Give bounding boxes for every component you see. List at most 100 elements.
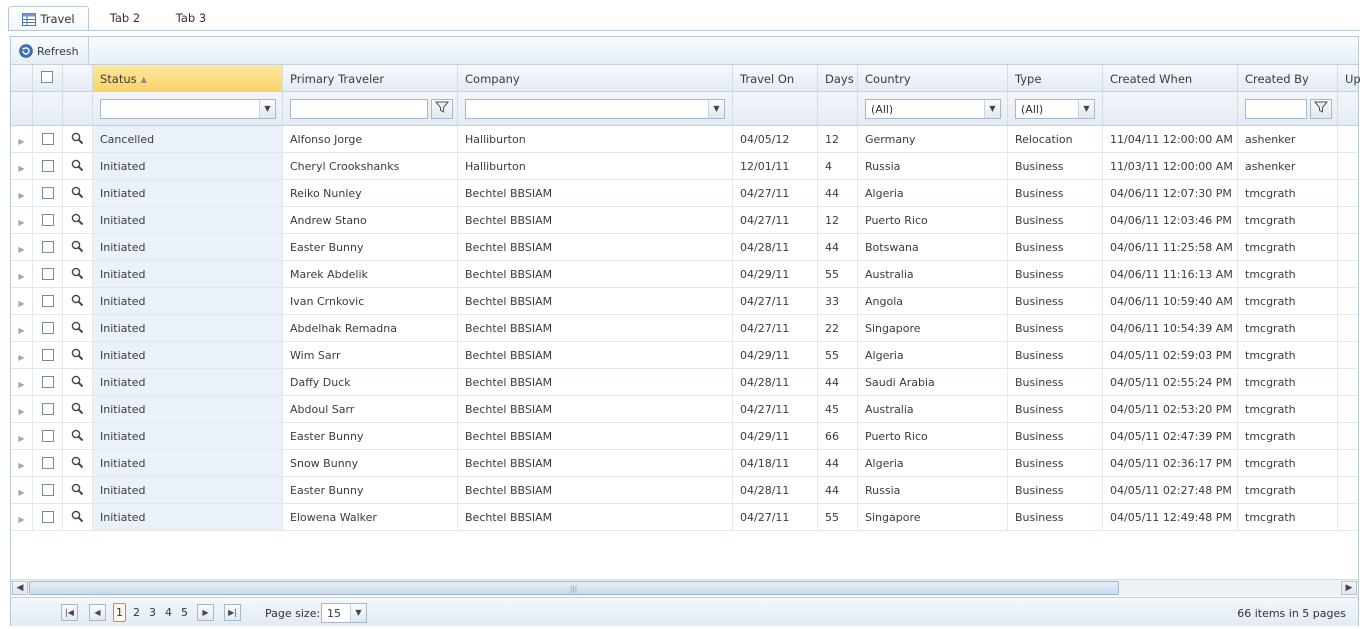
expand-row-icon[interactable]: ▶	[11, 423, 33, 449]
magnifier-icon[interactable]	[71, 321, 84, 337]
expand-row-icon[interactable]: ▶	[11, 261, 33, 287]
table-row[interactable]: ▶ Initiated Cheryl Crookshanks Halliburton 1…	[11, 153, 1358, 180]
previous-page-icon[interactable]: ◀	[89, 604, 106, 621]
scrollbar-thumb[interactable]: |||	[29, 581, 1119, 595]
table-row[interactable]: ▶ Initiated Marek Abdelik Bechtel BBSIAM 04/…	[11, 261, 1358, 288]
table-row[interactable]: ▶ Initiated Snow Bunny Bechtel BBSIAM 04/18/…	[11, 450, 1358, 477]
magnifier-icon[interactable]	[71, 510, 84, 526]
magnifier-icon[interactable]	[71, 402, 84, 418]
table-row[interactable]: ▶ Initiated Andrew Stano Bechtel BBSIAM 04/2…	[11, 207, 1358, 234]
page-number[interactable]: 5	[181, 606, 188, 619]
table-row[interactable]: ▶ Initiated Easter Bunny Bechtel BBSIAM 04/2…	[11, 423, 1358, 450]
chevron-down-icon[interactable]: ▼	[708, 100, 724, 118]
scroll-right-icon[interactable]: ▶	[1341, 581, 1357, 595]
tab-3[interactable]: Tab 3	[166, 6, 216, 31]
expand-row-icon[interactable]: ▶	[11, 504, 33, 530]
table-row[interactable]: ▶ Initiated Abdoul Sarr Bechtel BBSIAM 04/27…	[11, 396, 1358, 423]
type-filter-dropdown[interactable]: (All) ▼	[1015, 99, 1095, 119]
table-row[interactable]: ▶ Initiated Daffy Duck Bechtel BBSIAM 04/28/…	[11, 369, 1358, 396]
expand-row-icon[interactable]: ▶	[11, 369, 33, 395]
header-status[interactable]: Status ▲	[93, 65, 283, 91]
header-travel-on[interactable]: Travel On	[733, 65, 818, 91]
magnifier-icon[interactable]	[71, 294, 84, 310]
status-filter-dropdown[interactable]: ▼	[100, 99, 276, 119]
table-row[interactable]: ▶ Initiated Ivan Crnkovic Bechtel BBSIAM 04/…	[11, 288, 1358, 315]
row-checkbox[interactable]	[41, 295, 54, 307]
magnifier-icon[interactable]	[71, 159, 84, 175]
last-page-icon[interactable]: ▶|	[224, 604, 241, 621]
scroll-left-icon[interactable]: ◀	[12, 581, 28, 595]
expand-row-icon[interactable]: ▶	[11, 342, 33, 368]
table-row[interactable]: ▶ Initiated Elowena Walker Bechtel BBSIAM 04…	[11, 504, 1358, 531]
chevron-down-icon[interactable]: ▼	[259, 100, 275, 118]
page-size-select[interactable]: 15 ▼	[321, 603, 367, 623]
magnifier-icon[interactable]	[71, 348, 84, 364]
expand-row-icon[interactable]: ▶	[11, 126, 33, 152]
row-checkbox[interactable]	[41, 403, 54, 415]
header-created-when[interactable]: Created When	[1103, 65, 1238, 91]
row-checkbox[interactable]	[41, 349, 54, 361]
header-primary-traveler[interactable]: Primary Traveler	[283, 65, 458, 91]
chevron-down-icon[interactable]: ▼	[350, 604, 366, 622]
expand-row-icon[interactable]: ▶	[11, 396, 33, 422]
first-page-icon[interactable]: |◀	[61, 604, 78, 621]
expand-row-icon[interactable]: ▶	[11, 234, 33, 260]
table-row[interactable]: ▶ Cancelled Alfonso Jorge Halliburton 04/05/…	[11, 126, 1358, 153]
table-row[interactable]: ▶ Initiated Easter Bunny Bechtel BBSIAM 04/2…	[11, 477, 1358, 504]
magnifier-icon[interactable]	[71, 213, 84, 229]
row-checkbox[interactable]	[41, 511, 54, 523]
magnifier-icon[interactable]	[71, 483, 84, 499]
magnifier-icon[interactable]	[71, 186, 84, 202]
traveler-filter-input[interactable]	[290, 99, 428, 119]
expand-row-icon[interactable]: ▶	[11, 153, 33, 179]
row-checkbox[interactable]	[41, 241, 54, 253]
expand-row-icon[interactable]: ▶	[11, 180, 33, 206]
page-number[interactable]: 2	[133, 606, 140, 619]
chevron-down-icon[interactable]: ▼	[984, 100, 1000, 118]
row-checkbox[interactable]	[41, 322, 54, 334]
country-filter-dropdown[interactable]: (All) ▼	[865, 99, 1001, 119]
header-country[interactable]: Country	[858, 65, 1008, 91]
tab-2[interactable]: Tab 2	[100, 6, 150, 31]
header-company[interactable]: Company	[458, 65, 733, 91]
expand-row-icon[interactable]: ▶	[11, 207, 33, 233]
refresh-button[interactable]: Refresh	[11, 37, 89, 64]
header-created-by[interactable]: Created By	[1238, 65, 1338, 91]
expand-row-icon[interactable]: ▶	[11, 315, 33, 341]
row-checkbox[interactable]	[41, 376, 54, 388]
header-type[interactable]: Type	[1008, 65, 1103, 91]
row-checkbox[interactable]	[41, 133, 54, 145]
magnifier-icon[interactable]	[71, 240, 84, 256]
row-checkbox[interactable]	[41, 187, 54, 199]
table-row[interactable]: ▶ Initiated Abdelhak Remadna Bechtel BBSIAM…	[11, 315, 1358, 342]
chevron-down-icon[interactable]: ▼	[1078, 100, 1094, 118]
filter-icon[interactable]	[1310, 99, 1332, 119]
row-checkbox[interactable]	[41, 484, 54, 496]
header-updated[interactable]: Up	[1338, 65, 1360, 91]
page-number-current[interactable]: 1	[113, 603, 126, 622]
select-all-checkbox[interactable]	[41, 71, 53, 83]
table-row[interactable]: ▶ Initiated Wim Sarr Bechtel BBSIAM 04/29/11…	[11, 342, 1358, 369]
table-row[interactable]: ▶ Initiated Easter Bunny Bechtel BBSIAM 04/2…	[11, 234, 1358, 261]
company-filter-dropdown[interactable]: ▼	[465, 99, 725, 119]
row-checkbox[interactable]	[41, 268, 54, 280]
magnifier-icon[interactable]	[71, 429, 84, 445]
next-page-icon[interactable]: ▶	[197, 604, 214, 621]
row-checkbox[interactable]	[41, 160, 54, 172]
created-by-filter-input[interactable]	[1245, 99, 1307, 119]
tab-travel[interactable]: Travel	[8, 6, 89, 31]
expand-row-icon[interactable]: ▶	[11, 477, 33, 503]
magnifier-icon[interactable]	[71, 456, 84, 472]
page-number[interactable]: 3	[149, 606, 156, 619]
magnifier-icon[interactable]	[71, 375, 84, 391]
header-days[interactable]: Days	[818, 65, 858, 91]
horizontal-scrollbar[interactable]: ◀ ||| ▶	[11, 579, 1358, 596]
magnifier-icon[interactable]	[71, 267, 84, 283]
row-checkbox[interactable]	[41, 430, 54, 442]
row-checkbox[interactable]	[41, 214, 54, 226]
page-number[interactable]: 4	[165, 606, 172, 619]
magnifier-icon[interactable]	[71, 132, 84, 148]
table-row[interactable]: ▶ Initiated Reiko Nunley Bechtel BBSIAM 04/2…	[11, 180, 1358, 207]
expand-row-icon[interactable]: ▶	[11, 450, 33, 476]
filter-icon[interactable]	[431, 99, 453, 119]
